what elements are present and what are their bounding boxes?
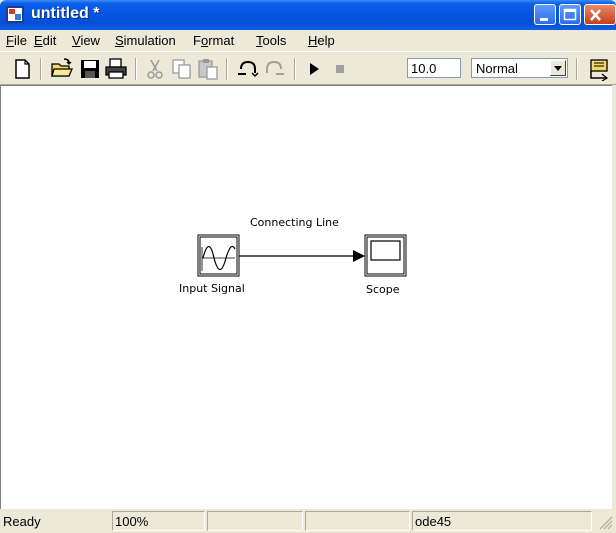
connecting-line[interactable] (239, 250, 365, 262)
window-title: untitled * (31, 5, 100, 22)
status-cell-4 (305, 511, 410, 531)
menu-file-mnemonic: F (6, 33, 14, 48)
save-icon[interactable] (78, 57, 102, 81)
cut-icon[interactable] (143, 57, 167, 81)
menu-help-mnemonic: H (308, 33, 318, 48)
new-model-icon[interactable] (10, 57, 34, 81)
sine-wave-block[interactable] (197, 234, 240, 277)
status-bar: Ready 100% ode45 (0, 509, 616, 533)
menu-simulation-mnemonic: S (115, 33, 124, 48)
line-label[interactable]: Connecting Line (250, 216, 339, 229)
menu-edit[interactable]: Edit (34, 33, 56, 48)
simulation-mode-value: Normal (476, 61, 518, 76)
toolbar-separator (294, 58, 296, 80)
maximize-icon (563, 8, 577, 21)
close-icon (590, 9, 601, 21)
chevron-down-icon[interactable] (550, 60, 566, 76)
redo-icon[interactable] (262, 57, 286, 81)
menu-file[interactable]: File (6, 33, 27, 48)
stop-time-field[interactable]: 10.0 (407, 58, 461, 78)
menu-view-label: iew (80, 33, 100, 48)
print-icon[interactable] (104, 57, 128, 81)
menu-bar: File Edit View Simulation Format Tools H… (0, 30, 616, 51)
diagram-graphics (197, 234, 407, 277)
status-solver: ode45 (412, 511, 592, 531)
build-icon[interactable] (587, 57, 611, 81)
status-state: Ready (0, 511, 110, 531)
undo-icon[interactable] (236, 57, 260, 81)
stop-simulation-icon[interactable] (328, 57, 352, 81)
model-canvas[interactable]: Connecting Line Input Signal Scope (0, 85, 612, 509)
minimize-icon (540, 18, 548, 21)
minimize-button[interactable] (534, 4, 556, 25)
toolbar: 10.0 Normal (0, 51, 616, 85)
menu-format-prefix: F (193, 33, 201, 48)
copy-icon[interactable] (170, 57, 194, 81)
menu-help[interactable]: Help (308, 33, 335, 48)
open-icon[interactable] (50, 57, 74, 81)
maximize-button[interactable] (559, 4, 581, 25)
status-zoom-text: 100% (115, 514, 149, 529)
stop-time-value: 10.0 (411, 61, 437, 76)
scope-block[interactable] (364, 234, 407, 277)
menu-tools-label: ools (262, 33, 287, 48)
menu-simulation[interactable]: Simulation (115, 33, 176, 48)
toolbar-separator (226, 58, 228, 80)
menu-file-label: ile (13, 33, 27, 48)
simulink-app-icon (6, 6, 24, 23)
menu-edit-mnemonic: E (34, 33, 43, 48)
menu-format[interactable]: Format (193, 33, 234, 48)
status-zoom: 100% (112, 511, 205, 531)
menu-view[interactable]: View (72, 33, 100, 48)
sink-block-label[interactable]: Scope (366, 283, 400, 296)
paste-icon[interactable] (196, 57, 220, 81)
toolbar-separator (576, 58, 578, 80)
status-solver-text: ode45 (415, 514, 452, 529)
menu-format-label: rmat (208, 33, 235, 48)
model-window: untitled * File Edit View Simulation For… (0, 0, 616, 533)
toolbar-separator (135, 58, 137, 80)
resize-grip-icon[interactable] (597, 514, 613, 530)
status-cell-3 (207, 511, 303, 531)
source-block-label[interactable]: Input Signal (179, 282, 245, 295)
menu-edit-label: dit (42, 33, 57, 48)
menu-simulation-label: imulation (123, 33, 176, 48)
simulation-mode-select[interactable]: Normal (471, 58, 568, 78)
status-state-text: Ready (3, 514, 41, 529)
toolbar-separator (40, 58, 42, 80)
menu-tools[interactable]: Tools (256, 33, 286, 48)
menu-help-label: elp (317, 33, 335, 48)
title-bar[interactable]: untitled * (0, 0, 616, 30)
close-button[interactable] (584, 4, 616, 25)
start-simulation-icon[interactable] (302, 57, 326, 81)
